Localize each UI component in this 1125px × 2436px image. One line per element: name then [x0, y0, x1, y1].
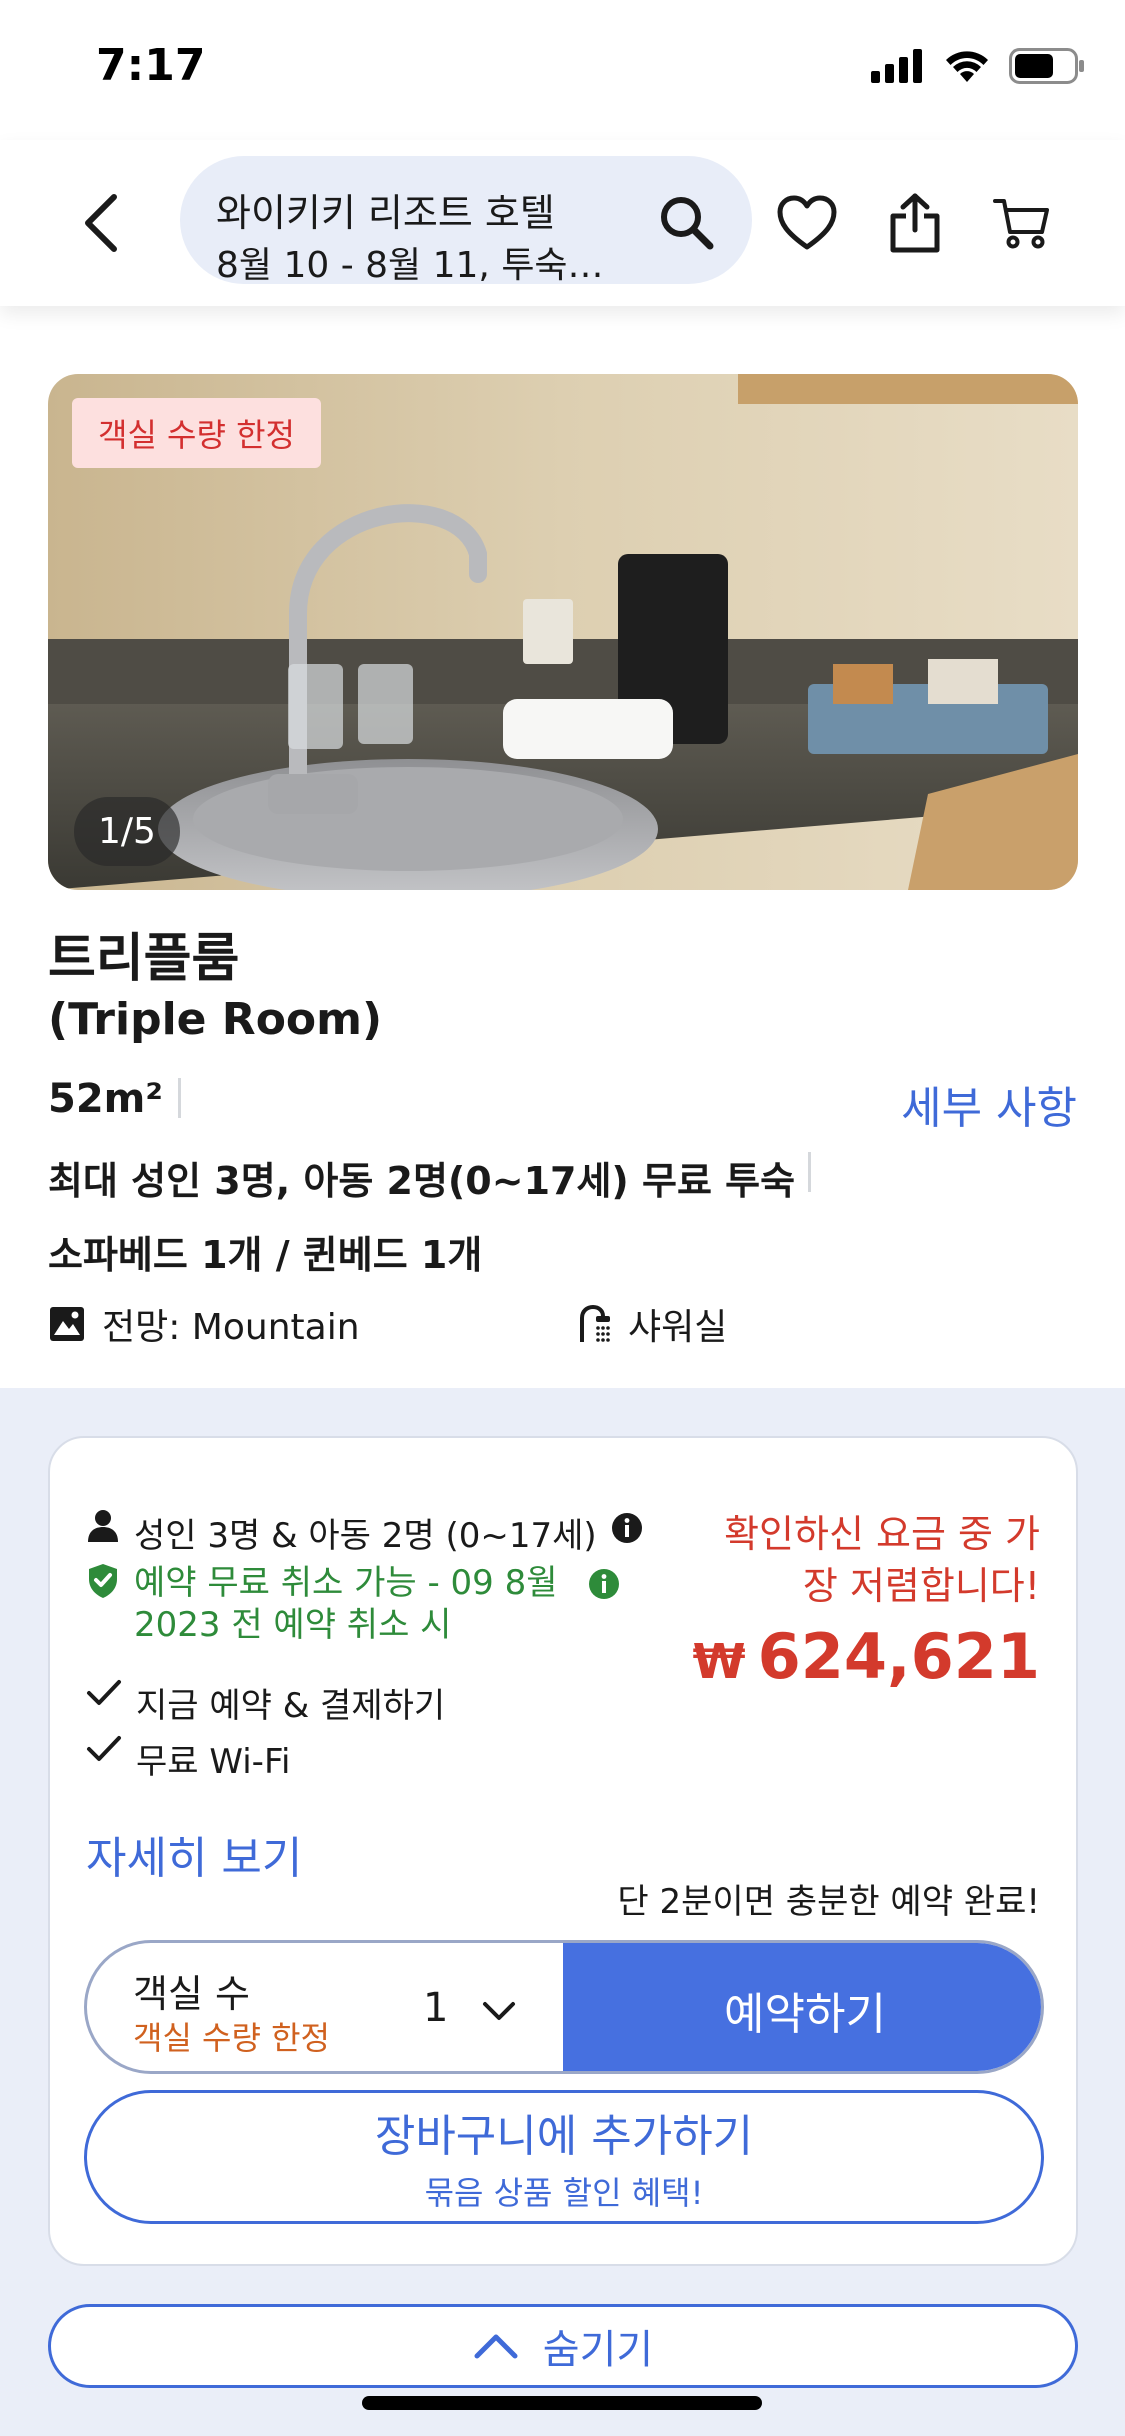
add-to-cart-label: 장바구니에 추가하기	[374, 2111, 754, 2162]
mountain-view-icon	[50, 1307, 84, 1341]
share-button[interactable]	[882, 190, 948, 256]
cart-button[interactable]	[988, 190, 1054, 256]
booking-bar: 객실 수 객실 수량 한정 1 예약하기	[84, 1940, 1044, 2074]
bundle-discount-label: 묶음 상품 할인 혜택!	[424, 2174, 704, 2212]
room-size: 52m²	[48, 1076, 163, 1122]
room-name: 트리플룸	[48, 929, 240, 989]
price-amount: 624,621	[757, 1620, 1040, 1693]
shield-check-icon	[89, 1564, 117, 1598]
hotel-name: 와이키키 리조트 호텔	[216, 191, 555, 235]
room-details-link[interactable]: 세부 사항	[901, 1072, 1077, 1136]
status-bar: 7:17	[0, 0, 1125, 140]
shopping-cart-icon	[993, 199, 1049, 249]
limited-availability-badge: 객실 수량 한정	[72, 398, 321, 468]
guests-label: 성인 3명 & 아동 2명 (0~17세)	[134, 1516, 597, 1556]
rate-section: 성인 3명 & 아동 2명 (0~17세) 예약 무료 취소 가능 - 09 8…	[0, 1388, 1125, 2436]
wifi-icon	[946, 51, 988, 82]
header-bar: 와이키키 리조트 호텔 8월 10 - 8월 11, 투숙…	[0, 140, 1125, 306]
cellular-signal-icon	[871, 49, 922, 83]
currency-symbol: ₩	[692, 1634, 746, 1690]
battery-icon	[1009, 48, 1084, 84]
price: ₩624,621	[693, 1620, 1040, 1693]
occupancy-info: 최대 성인 3명, 아동 2명(0~17세) 무료 투숙	[48, 1159, 796, 1203]
checkmark-icon	[87, 1736, 121, 1761]
room-photo[interactable]: 객실 수량 한정 1/5	[48, 374, 1078, 890]
pay-now-label: 지금 예약 & 결제하기	[136, 1686, 446, 1726]
book-button[interactable]: 예약하기	[563, 1943, 1041, 2071]
favorite-button[interactable]	[774, 190, 840, 256]
bathroom-feature: 샤워실	[578, 1298, 727, 1350]
room-count-label: 객실 수	[133, 1972, 250, 2016]
add-to-cart-button[interactable]: 장바구니에 추가하기 묶음 상품 할인 혜택!	[84, 2090, 1044, 2224]
person-icon	[88, 1510, 118, 1542]
chevron-down-icon[interactable]	[479, 1991, 519, 2031]
bathroom-label: 샤워실	[628, 1307, 728, 1348]
home-indicator[interactable]	[362, 2396, 762, 2410]
room-quantity-select[interactable]: 1	[423, 1985, 448, 2031]
status-time: 7:17	[96, 40, 206, 91]
stay-dates: 8월 10 - 8월 11, 투숙…	[216, 245, 604, 286]
wifi-label: 무료 Wi-Fi	[136, 1742, 291, 1782]
chevron-up-icon	[474, 2334, 518, 2359]
divider	[808, 1152, 811, 1192]
hide-button[interactable]: 숨기기	[48, 2304, 1078, 2388]
room-name-english: (Triple Room)	[48, 994, 383, 1045]
quick-booking-note: 단 2분이면 충분한 예약 완료!	[617, 1882, 1040, 1922]
hide-label: 숨기기	[542, 2327, 654, 2373]
status-icons	[871, 48, 1085, 84]
chevron-left-icon	[85, 194, 117, 252]
view-label: 전망: Mountain	[102, 1307, 360, 1348]
free-cancel-row: 예약 무료 취소 가능 - 09 8월 2023 전 예약 취소 시	[86, 1562, 620, 1646]
search-icon[interactable]	[656, 192, 716, 252]
info-icon[interactable]	[611, 1512, 643, 1544]
lowest-price-note: 확인하신 요금 중 가장 저렴합니다!	[724, 1512, 1040, 1608]
rate-card: 성인 3명 & 아동 2명 (0~17세) 예약 무료 취소 가능 - 09 8…	[48, 1436, 1078, 2266]
divider	[178, 1078, 181, 1118]
share-icon	[890, 193, 940, 253]
view-feature: 전망: Mountain	[48, 1298, 360, 1350]
pay-now-row: 지금 예약 & 결제하기	[86, 1678, 445, 1727]
checkmark-icon	[87, 1680, 121, 1705]
search-summary-pill[interactable]: 와이키키 리조트 호텔 8월 10 - 8월 11, 투숙…	[180, 156, 752, 286]
shower-icon	[580, 1304, 610, 1342]
bed-info: 소파베드 1개 / 퀸베드 1개	[48, 1233, 483, 1277]
heart-icon	[777, 195, 837, 250]
see-more-link[interactable]: 자세히 보기	[86, 1822, 302, 1886]
back-button[interactable]	[70, 188, 130, 258]
room-info-section: 객실 수량 한정 1/5 트리플룸 (Triple Room) 52m² 세부 …	[0, 306, 1125, 1388]
guests-row: 성인 3명 & 아동 2명 (0~17세)	[86, 1508, 643, 1557]
info-icon-green[interactable]	[588, 1568, 620, 1600]
photo-counter: 1/5	[74, 797, 180, 866]
room-count-limited: 객실 수량 한정	[133, 2019, 330, 2057]
free-cancel-line1: 예약 무료 취소 가능 - 09 8월	[134, 1563, 558, 1603]
free-cancel-line2: 2023 전 예약 취소 시	[134, 1605, 452, 1645]
wifi-row: 무료 Wi-Fi	[86, 1734, 290, 1783]
